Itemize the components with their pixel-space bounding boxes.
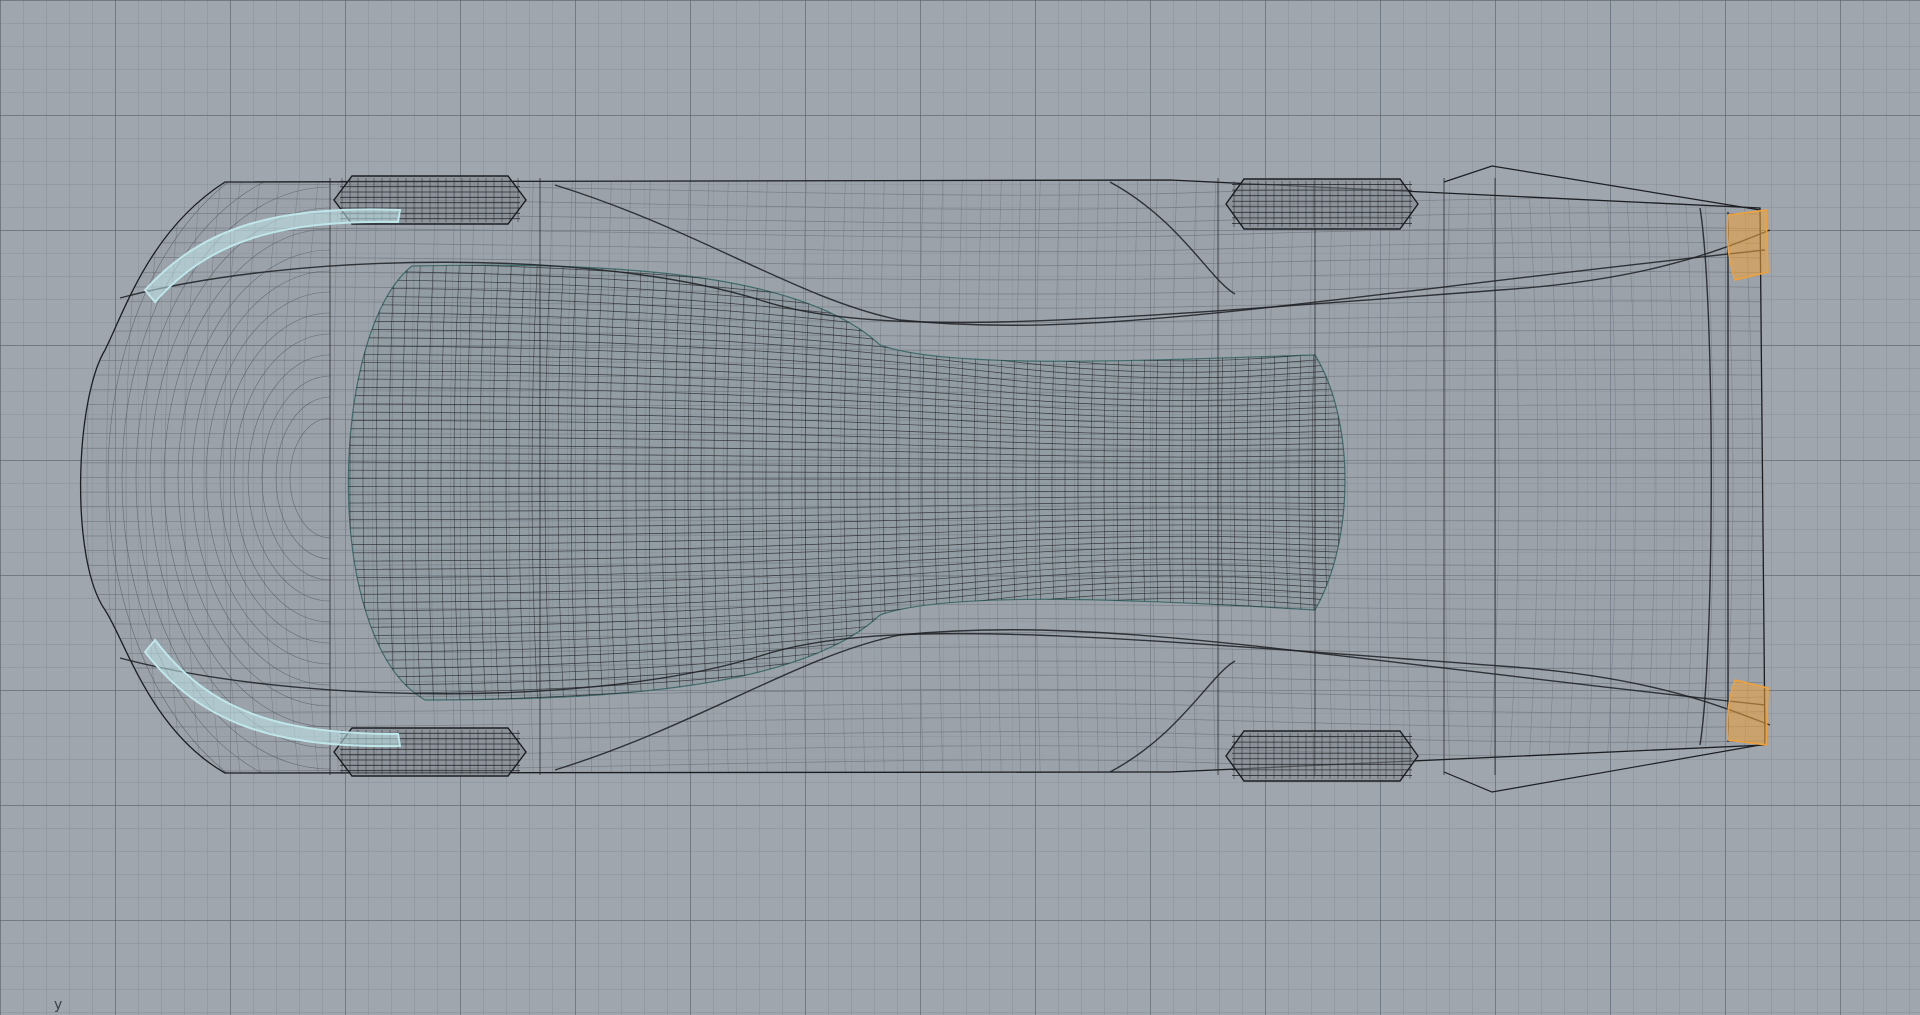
rear-left-wheel <box>1225 178 1419 230</box>
rear-right-taillight <box>1726 679 1769 746</box>
rear-right-wheel <box>1225 730 1419 782</box>
car-model-wireframe[interactable] <box>0 0 1920 1015</box>
top-viewport[interactable]: y <box>0 0 1920 1015</box>
axis-label-y: y <box>54 997 63 1013</box>
rear-left-taillight <box>1726 209 1769 281</box>
